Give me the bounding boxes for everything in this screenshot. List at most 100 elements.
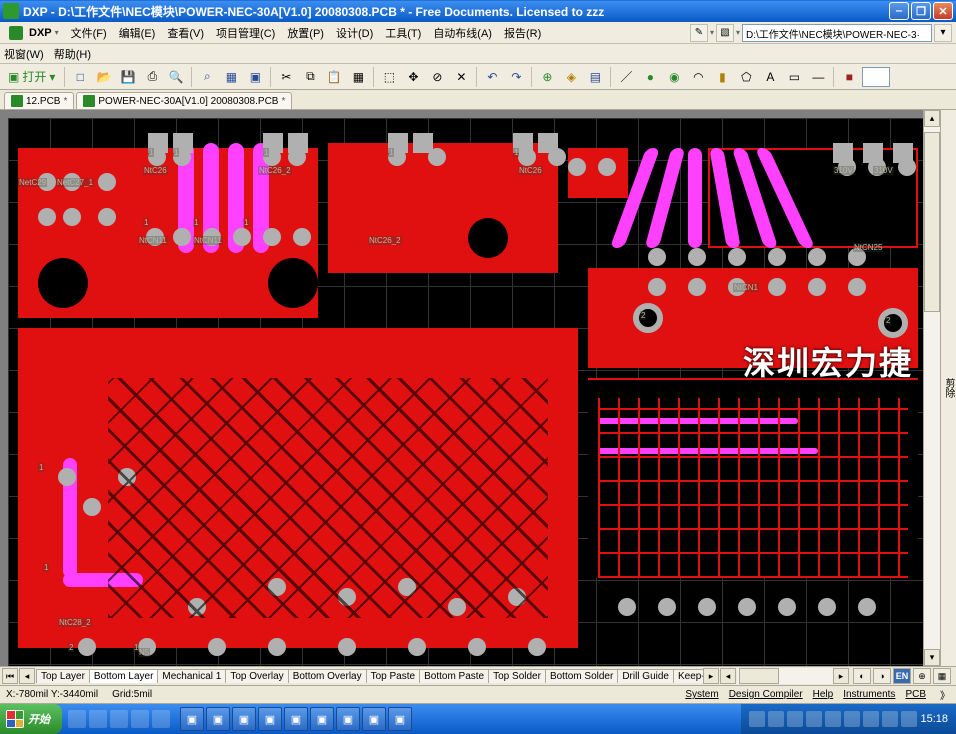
zoom-select-icon[interactable]: ▣: [244, 66, 266, 88]
layer-tab[interactable]: Top Solder: [488, 669, 546, 683]
hscroll-left-icon[interactable]: ◂: [720, 668, 736, 684]
layer-color-icon[interactable]: ■: [838, 66, 860, 88]
panel-link[interactable]: System: [685, 689, 718, 700]
task-button[interactable]: ▣: [336, 707, 360, 731]
quicklaunch-icon[interactable]: [89, 710, 107, 728]
magnify-icon[interactable]: ⊕: [913, 668, 931, 684]
panel-link[interactable]: Design Compiler: [729, 689, 803, 700]
horizontal-scrollbar[interactable]: ◂ ▸: [720, 668, 850, 684]
dxp-menu[interactable]: DXP ▾: [4, 24, 64, 42]
print-icon[interactable]: ⎙: [141, 66, 163, 88]
layer-combo[interactable]: [862, 67, 890, 87]
menu-item[interactable]: 项目管理(C): [211, 23, 280, 43]
layer-tab[interactable]: Bottom Overlay: [288, 669, 367, 683]
paste-rubber-icon[interactable]: ▦: [347, 66, 369, 88]
tray-icon[interactable]: [787, 711, 803, 727]
task-button[interactable]: ▣: [388, 707, 412, 731]
panel-link[interactable]: Instruments: [843, 689, 895, 700]
menu-item[interactable]: 帮助(H): [54, 46, 91, 62]
polygon-icon[interactable]: ⬠: [735, 66, 757, 88]
panel-link[interactable]: PCB: [905, 689, 926, 700]
minimize-button[interactable]: ‒: [889, 2, 909, 20]
side-panel-tab[interactable]: 剪除: [940, 110, 956, 666]
component-icon[interactable]: ▭: [783, 66, 805, 88]
pad-icon[interactable]: ●: [639, 66, 661, 88]
fill-icon[interactable]: ▮: [711, 66, 733, 88]
layer-tab[interactable]: Top Layer: [36, 669, 90, 683]
document-tab[interactable]: 12.PCB*: [4, 92, 74, 109]
maximize-button[interactable]: ❐: [911, 2, 931, 20]
scroll-down-icon[interactable]: ▾: [924, 649, 940, 666]
tray-icon[interactable]: [768, 711, 784, 727]
copy-icon[interactable]: ⧉: [299, 66, 321, 88]
save-icon[interactable]: 💾: [117, 66, 139, 88]
tray-icon[interactable]: [882, 711, 898, 727]
layer-tab[interactable]: Mechanical 1: [157, 669, 226, 683]
tab-scroll-left-icon[interactable]: ◂: [19, 668, 35, 684]
via-icon[interactable]: ◉: [663, 66, 685, 88]
start-button[interactable]: 开始: [0, 704, 62, 734]
menu-item[interactable]: 文件(F): [66, 23, 112, 43]
menu-item[interactable]: 设计(D): [331, 23, 378, 43]
browse-icon[interactable]: ◈: [560, 66, 582, 88]
panel-link[interactable]: Help: [813, 689, 834, 700]
tab-scroll-first-icon[interactable]: ⏮: [2, 668, 18, 684]
tab-scroll-right-icon[interactable]: ▸: [703, 668, 719, 684]
tray-icon[interactable]: [844, 711, 860, 727]
toolbar-save-icon[interactable]: ▧: [716, 24, 734, 42]
cut-icon[interactable]: ✂: [275, 66, 297, 88]
tray-icon[interactable]: [749, 711, 765, 727]
string-icon[interactable]: A: [759, 66, 781, 88]
task-button[interactable]: ▣: [284, 707, 308, 731]
menu-item[interactable]: 查看(V): [162, 23, 209, 43]
cross-probe-icon[interactable]: ⊕: [536, 66, 558, 88]
quicklaunch-icon[interactable]: [131, 710, 149, 728]
vertical-scrollbar[interactable]: ▴ ▾: [923, 110, 940, 666]
layer-tab[interactable]: Keep-Out Layer: [673, 669, 703, 683]
line-icon[interactable]: —: [807, 66, 829, 88]
quicklaunch-icon[interactable]: [68, 710, 86, 728]
task-button[interactable]: ▣: [258, 707, 282, 731]
preview-icon[interactable]: 🔍: [165, 66, 187, 88]
layer-tab[interactable]: Bottom Solder: [545, 669, 618, 683]
folder-open-icon[interactable]: 📂: [93, 66, 115, 88]
zoom-window-icon[interactable]: ⌕: [196, 66, 218, 88]
deselect-icon[interactable]: ⊘: [426, 66, 448, 88]
task-button[interactable]: ▣: [362, 707, 386, 731]
pcb-canvas[interactable]: NetC29NetC27_1NtC26NtC26_2NtC26310V310VN…: [8, 118, 923, 666]
quicklaunch-icon[interactable]: [152, 710, 170, 728]
redo-icon[interactable]: ↷: [505, 66, 527, 88]
layer-tab[interactable]: Bottom Paste: [419, 669, 489, 683]
task-button[interactable]: ▣: [232, 707, 256, 731]
panel-toggle-icon[interactable]: 》: [940, 687, 950, 702]
layer-tab[interactable]: Drill Guide: [617, 669, 674, 683]
hscroll-thumb[interactable]: [739, 668, 779, 684]
scroll-up-icon[interactable]: ▴: [924, 110, 940, 127]
toolbar-pencil-icon[interactable]: ✎: [690, 24, 708, 42]
menu-item[interactable]: 放置(P): [282, 23, 329, 43]
track-icon[interactable]: ／: [615, 66, 637, 88]
menu-item[interactable]: 自动布线(A): [428, 23, 497, 43]
document-tab[interactable]: POWER-NEC-30A[V1.0] 20080308.PCB*: [76, 92, 292, 109]
mask-icon[interactable]: ◐: [853, 668, 871, 684]
new-icon[interactable]: □: [69, 66, 91, 88]
task-button[interactable]: ▣: [310, 707, 334, 731]
layer-tab[interactable]: Top Overlay: [225, 669, 288, 683]
menu-item[interactable]: 报告(R): [499, 23, 546, 43]
open-button[interactable]: ▣ 打开 ▾: [3, 66, 60, 88]
clear-icon[interactable]: ✕: [450, 66, 472, 88]
undo-icon[interactable]: ↶: [481, 66, 503, 88]
move-icon[interactable]: ✥: [402, 66, 424, 88]
task-button[interactable]: ▣: [206, 707, 230, 731]
paste-icon[interactable]: 📋: [323, 66, 345, 88]
lang-indicator[interactable]: EN: [893, 668, 911, 684]
close-button[interactable]: ✕: [933, 2, 953, 20]
tray-icon[interactable]: [825, 711, 841, 727]
task-button[interactable]: ▣: [180, 707, 204, 731]
tray-icon[interactable]: [901, 711, 917, 727]
grid-toggle-icon[interactable]: ▦: [933, 668, 951, 684]
scroll-thumb[interactable]: [924, 132, 940, 312]
clear-mask-icon[interactable]: ◑: [873, 668, 891, 684]
library-icon[interactable]: ▤: [584, 66, 606, 88]
path-input[interactable]: D:\工作文件\NEC模块\POWER-NEC-3·: [742, 24, 932, 42]
